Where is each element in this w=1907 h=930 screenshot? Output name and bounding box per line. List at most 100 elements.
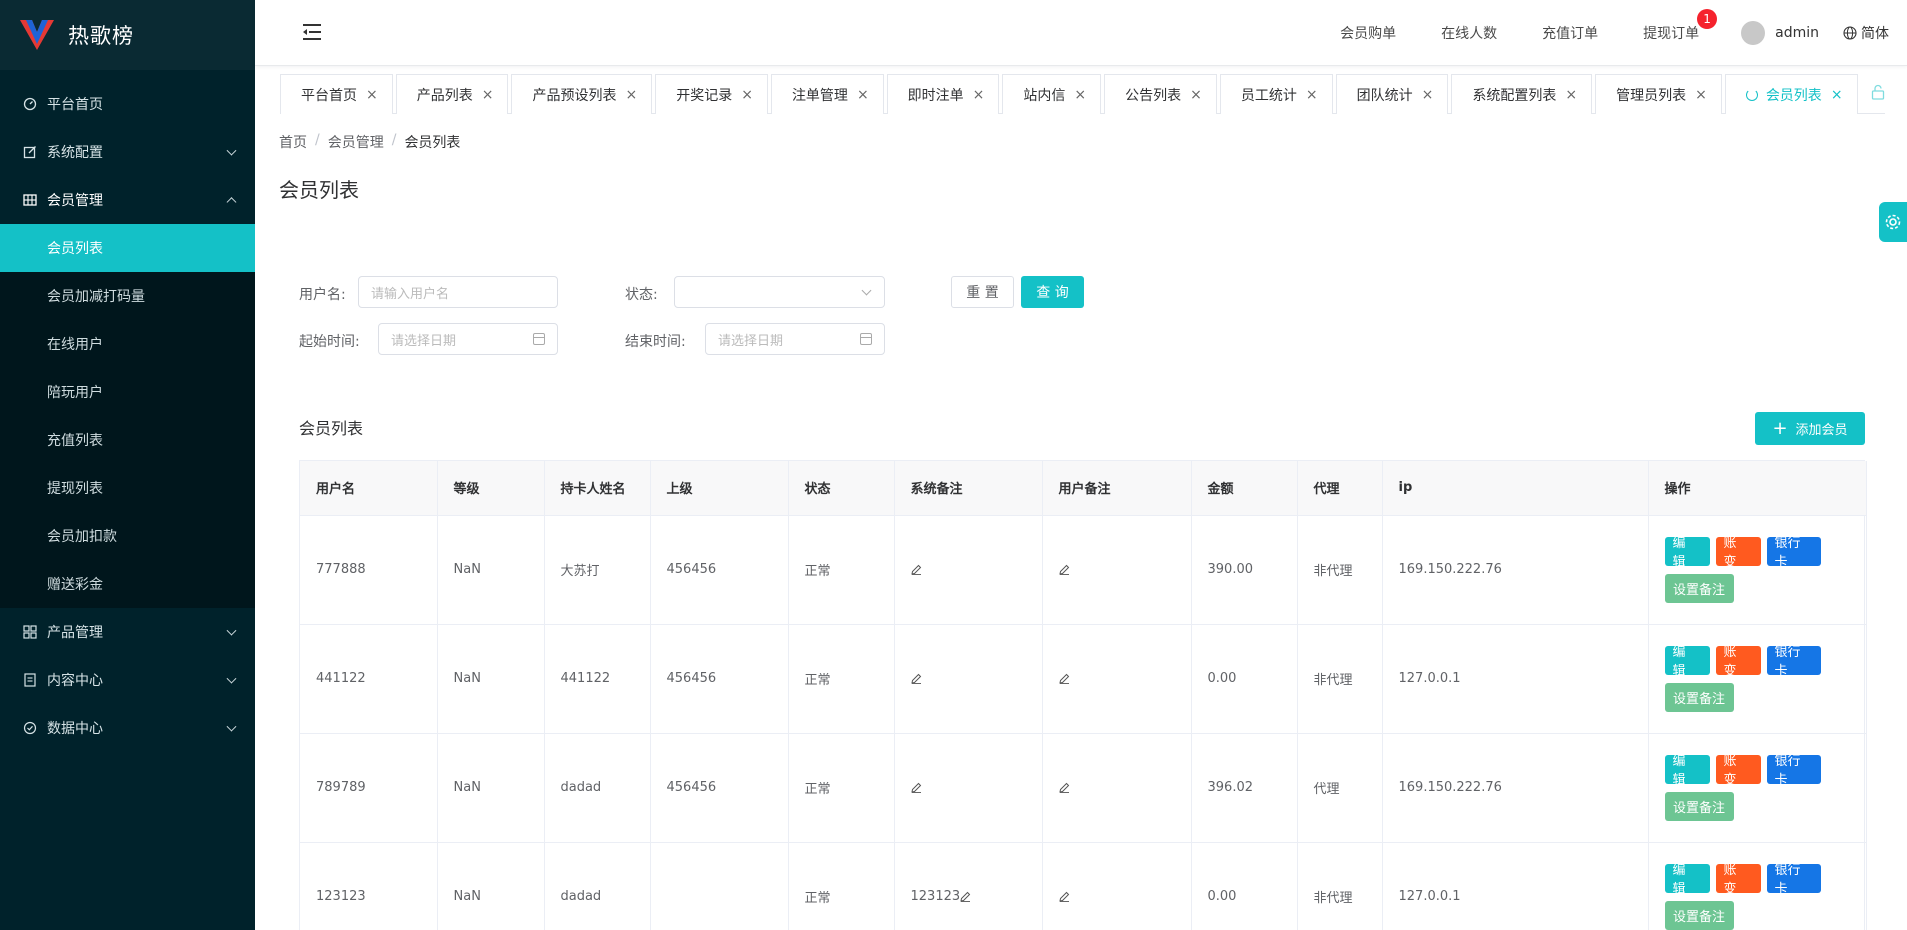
username-input[interactable]: 请输入用户名 [358, 276, 558, 308]
edit-button[interactable]: 编 辑 [1664, 863, 1710, 897]
edit-button[interactable]: 编 辑 [1664, 645, 1710, 679]
start-date-picker[interactable]: 请选择日期 [378, 323, 558, 355]
header-link-online-count[interactable]: 在线人数 [1441, 23, 1497, 43]
start-date-placeholder: 请选择日期 [391, 333, 457, 349]
tab-announcements[interactable]: 公告列表 × [1104, 74, 1217, 114]
header-link-withdraw-orders[interactable]: 提现订单 1 [1643, 9, 1718, 43]
close-icon[interactable]: × [973, 87, 985, 103]
tab-product-preset-list[interactable]: 产品预设列表 × [511, 74, 653, 114]
breadcrumb-item[interactable]: 首页 [279, 132, 307, 152]
cell-ip: 127.0.0.1 [1382, 624, 1649, 734]
add-member-button[interactable]: + 添加会员 [1755, 412, 1865, 445]
sidebar-item-content-center[interactable]: 内容中心 [0, 656, 255, 704]
pencil-icon[interactable] [1058, 782, 1070, 793]
edit-button[interactable]: 编 辑 [1664, 754, 1710, 788]
pencil-icon[interactable] [1058, 673, 1070, 684]
close-icon[interactable]: × [366, 87, 378, 103]
account-change-button[interactable]: 账 变 [1715, 754, 1761, 788]
sidebar-item-companion-users[interactable]: 陪玩用户 [0, 368, 255, 416]
tab-site-messages[interactable]: 站内信 × [1002, 74, 1102, 114]
tab-admin-list[interactable]: 管理员列表 × [1595, 74, 1722, 114]
tab-bet-management[interactable]: 注单管理 × [770, 74, 884, 114]
tab-platform-home[interactable]: 平台首页 × [280, 74, 393, 114]
tab-member-list[interactable]: 会员列表 × [1724, 74, 1858, 114]
end-date-picker[interactable]: 请选择日期 [705, 323, 885, 355]
logo-area[interactable]: 热歌榜 [0, 0, 255, 70]
set-note-button[interactable]: 设置备注 [1664, 573, 1734, 603]
table-row: 789789 NaN dadad 456456 正常 396.02 代理 169.150.22… [300, 733, 1867, 843]
bank-card-button[interactable]: 银行卡 [1766, 863, 1821, 897]
notification-badge: 1 [1697, 9, 1718, 29]
bank-card-button[interactable]: 银行卡 [1766, 536, 1821, 570]
chevron-down-icon [226, 721, 237, 732]
sidebar-item-product-management[interactable]: 产品管理 [0, 608, 255, 656]
bank-card-button[interactable]: 银行卡 [1766, 754, 1821, 788]
set-note-button[interactable]: 设置备注 [1664, 682, 1734, 712]
cell-user-note [1042, 515, 1192, 625]
logo-icon [20, 20, 54, 50]
pencil-icon[interactable] [1058, 564, 1070, 575]
cell-level: NaN [437, 842, 545, 930]
start-time-label: 起始时间: [299, 334, 360, 350]
sidebar-item-member-adjust[interactable]: 会员加扣款 [0, 512, 255, 560]
sidebar-item-dashboard[interactable]: 平台首页 [0, 80, 255, 128]
add-member-label: 添加会员 [1795, 423, 1848, 438]
account-change-button[interactable]: 账 变 [1715, 536, 1761, 570]
cell-level: NaN [437, 733, 545, 843]
account-change-button[interactable]: 账 变 [1715, 645, 1761, 679]
cell-actions: 编 辑 账 变 银行卡 设置备注 [1648, 624, 1867, 734]
sidebar-item-member-list[interactable]: 会员列表 [0, 224, 255, 272]
username[interactable]: admin [1775, 25, 1819, 41]
header-link-recharge-orders[interactable]: 充值订单 [1542, 23, 1598, 43]
reset-button[interactable]: 重 置 [951, 276, 1014, 308]
query-button[interactable]: 查 询 [1021, 276, 1084, 308]
set-note-button[interactable]: 设置备注 [1664, 791, 1734, 821]
table-row: 441122 NaN 441122 456456 正常 0.00 非代理 127.0.0.1 … [300, 624, 1867, 734]
language-switch[interactable]: 简体 [1843, 23, 1889, 43]
sidebar-item-bonus-gift[interactable]: 赠送彩金 [0, 560, 255, 608]
tab-product-list[interactable]: 产品列表 × [395, 74, 509, 114]
close-icon[interactable]: × [1831, 87, 1843, 103]
tab-team-stats[interactable]: 团队统计 × [1335, 74, 1449, 114]
cell-amount: 0.00 [1191, 842, 1298, 930]
close-icon[interactable]: × [857, 87, 869, 103]
sidebar-item-online-users[interactable]: 在线用户 [0, 320, 255, 368]
sidebar-item-data-center[interactable]: 数据中心 [0, 704, 255, 752]
edit-button[interactable]: 编 辑 [1664, 536, 1710, 570]
sidebar-item-member-management[interactable]: 会员管理 [0, 176, 255, 224]
set-note-button[interactable]: 设置备注 [1664, 900, 1734, 930]
sidebar-item-member-betting-volume[interactable]: 会员加减打码量 [0, 272, 255, 320]
close-icon[interactable]: × [1074, 87, 1086, 103]
breadcrumb-item[interactable]: 会员管理 [328, 132, 384, 152]
close-icon[interactable]: × [1422, 87, 1434, 103]
sidebar-item-withdraw-list[interactable]: 提现列表 [0, 464, 255, 512]
tab-live-bets[interactable]: 即时注单 × [886, 74, 1000, 114]
pencil-icon[interactable] [960, 891, 971, 902]
tab-system-config-list[interactable]: 系统配置列表 × [1451, 74, 1593, 114]
close-icon[interactable]: × [741, 87, 753, 103]
sidebar-item-recharge-list[interactable]: 充值列表 [0, 416, 255, 464]
pencil-icon[interactable] [910, 673, 922, 684]
account-change-button[interactable]: 账 变 [1715, 863, 1761, 897]
pencil-icon[interactable] [910, 564, 922, 575]
collapse-menu-icon[interactable] [303, 24, 321, 40]
pencil-icon[interactable] [910, 782, 922, 793]
tab-staff-stats[interactable]: 员工统计 × [1219, 74, 1333, 114]
header-link-member-orders[interactable]: 会员购单 [1340, 23, 1396, 43]
header-link-label: 提现订单 [1643, 26, 1700, 42]
avatar[interactable] [1741, 21, 1766, 45]
close-icon[interactable]: × [625, 87, 637, 103]
lock-icon[interactable] [1871, 84, 1885, 100]
close-icon[interactable]: × [1695, 87, 1707, 103]
close-icon[interactable]: × [1190, 87, 1202, 103]
status-select[interactable] [674, 276, 885, 308]
close-icon[interactable]: × [482, 87, 494, 103]
bank-card-button[interactable]: 银行卡 [1766, 645, 1821, 679]
cell-system-note: 123123 [894, 842, 1043, 930]
close-icon[interactable]: × [1306, 87, 1318, 103]
tab-draw-records[interactable]: 开奖记录 × [655, 74, 768, 114]
settings-drawer-button[interactable] [1879, 202, 1907, 242]
sidebar-item-system-config[interactable]: 系统配置 [0, 128, 255, 176]
pencil-icon[interactable] [1058, 891, 1070, 902]
close-icon[interactable]: × [1565, 87, 1577, 103]
